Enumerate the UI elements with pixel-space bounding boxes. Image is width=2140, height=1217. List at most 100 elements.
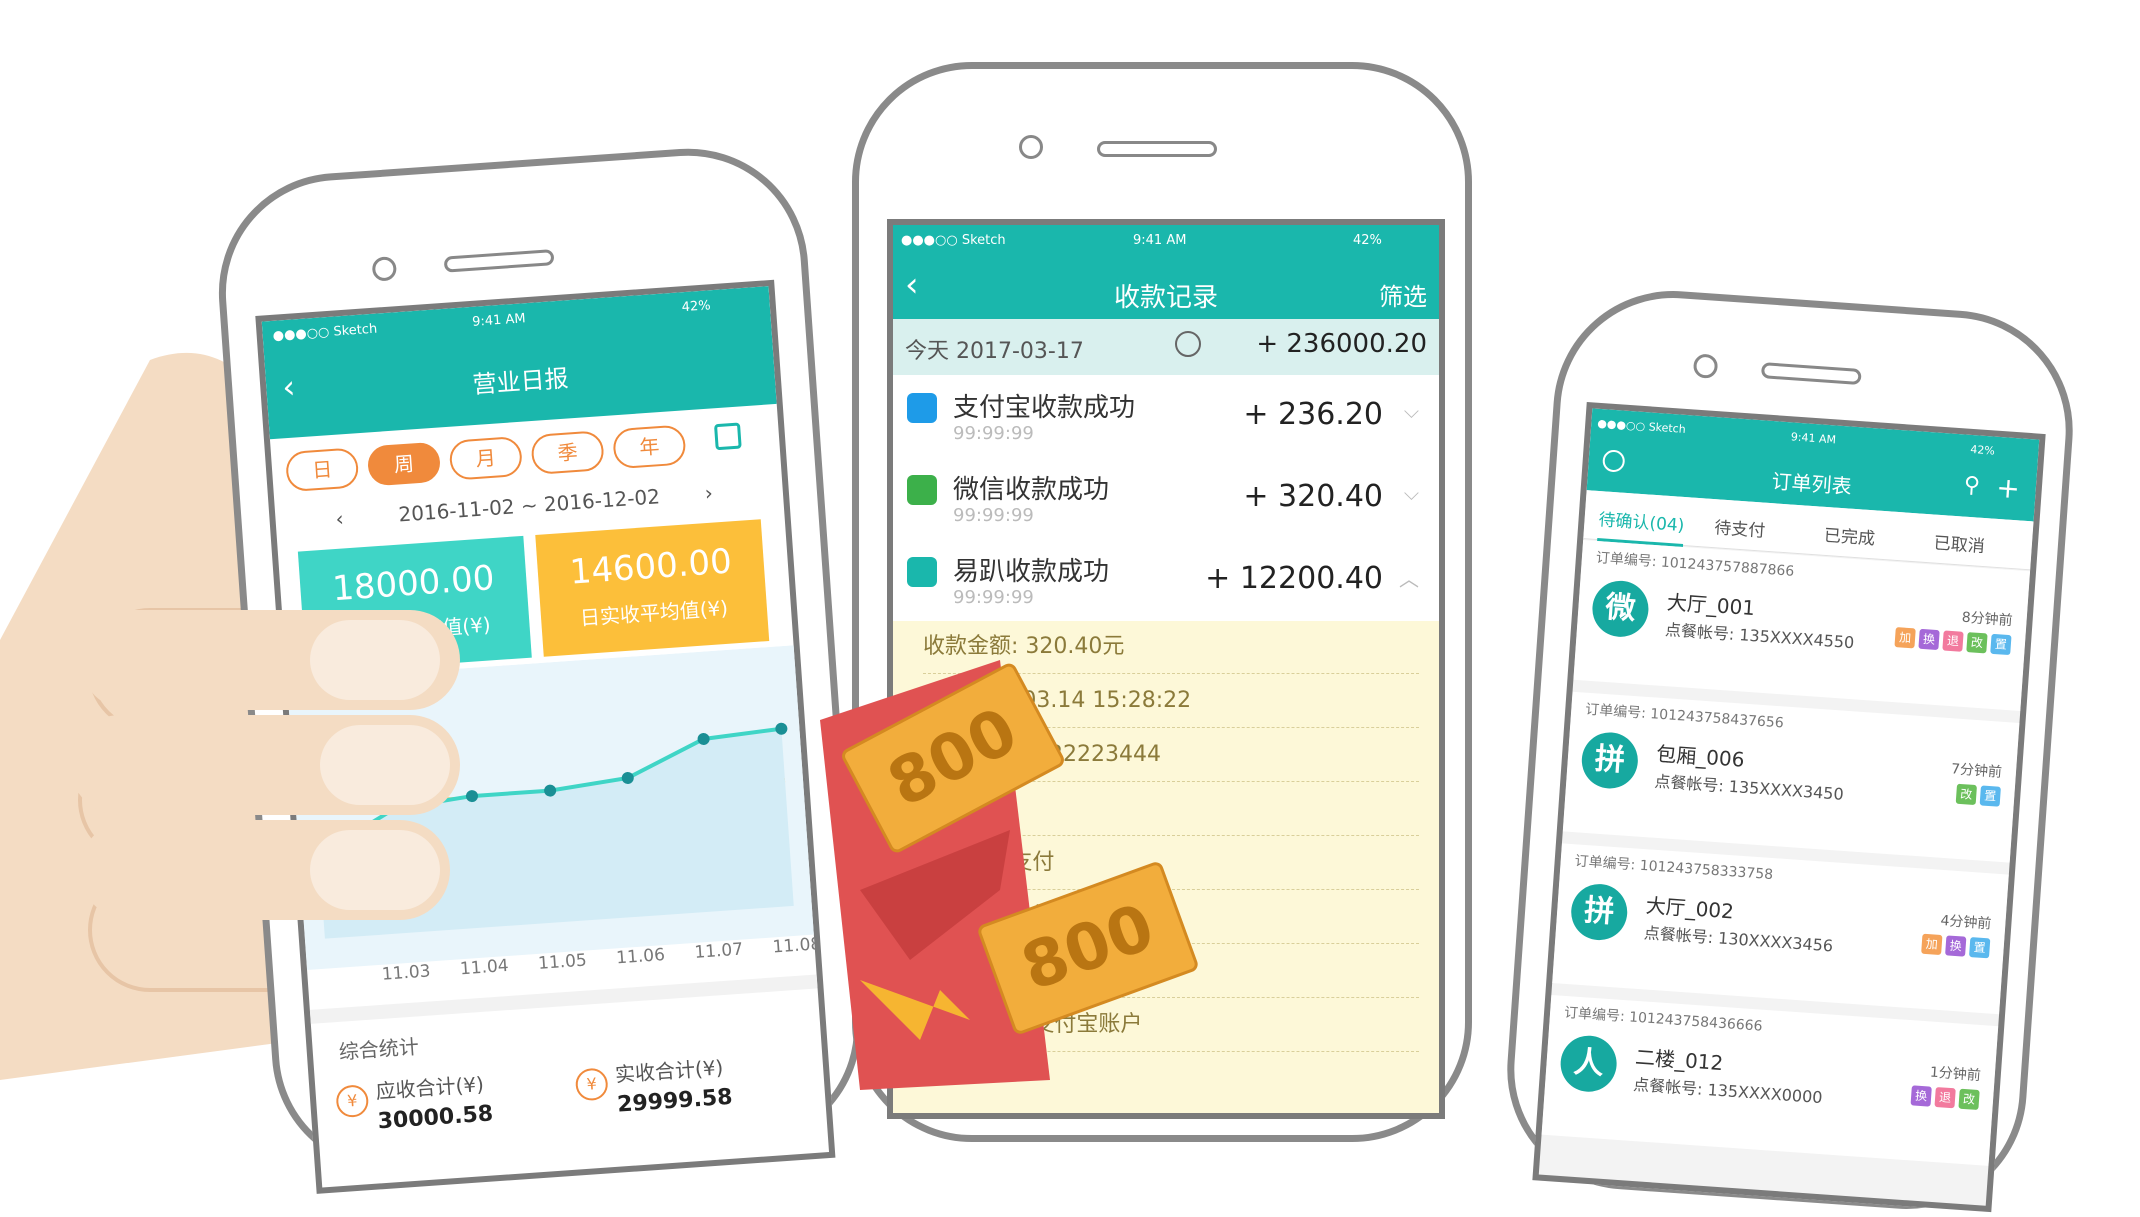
summary-title: 综合统计: [338, 1034, 420, 1064]
action-tag[interactable]: 置: [1979, 785, 2001, 807]
coins-icon: [1175, 331, 1201, 357]
table-name: 包厢_006: [1655, 741, 1746, 772]
order-item[interactable]: 订单编号: 101243758333758 4分钟前 拼 大厅_002 点餐帐号…: [1552, 843, 2009, 1015]
order-time: 4分钟前: [1939, 912, 1992, 933]
order-avatar: 拼: [1579, 730, 1640, 791]
order-avatar: 拼: [1569, 882, 1630, 942]
tab-year[interactable]: 年: [612, 424, 687, 470]
status-battery: 42%: [681, 298, 712, 316]
receivable-block: ¥ 应收合计(¥) 30000.58: [335, 1063, 561, 1168]
calendar-icon[interactable]: [713, 422, 742, 451]
chevron-icon[interactable]: ⌵: [1404, 399, 1419, 423]
avg-card: 14600.00 日实收平均值(¥): [535, 519, 770, 657]
action-tags: 加换退改置: [1890, 626, 2012, 656]
tab-cancelled[interactable]: 已取消: [1933, 529, 1986, 558]
order-item[interactable]: 订单编号: 101243758437656 7分钟前 拼 包厢_006 点餐帐号…: [1562, 691, 2020, 863]
x-tick-label: 11.03: [381, 961, 432, 985]
yipa-icon: [907, 557, 937, 587]
status-time: 9:41 AM: [1133, 233, 1187, 248]
tab-quarter[interactable]: 季: [530, 430, 605, 476]
add-icon[interactable]: +: [1995, 471, 2021, 506]
action-tag[interactable]: 换: [1945, 935, 1967, 957]
filter-button[interactable]: 筛选: [1379, 277, 1427, 312]
order-avatar: 人: [1558, 1033, 1619, 1094]
action-tag[interactable]: 置: [1968, 937, 1991, 959]
status-time: 9:41 AM: [1790, 430, 1837, 447]
record-row[interactable]: 易趴收款成功 99:99:99 + 12200.40 ︿: [893, 539, 1439, 622]
table-name: 大厅_001: [1666, 590, 1756, 621]
right-screen: ●●●○○ Sketch 9:41 AM 42% 订单列表 ⚲ + 待确认(04…: [1532, 401, 2046, 1213]
chevron-icon[interactable]: ︿: [1399, 563, 1419, 592]
record-title: 微信收款成功: [953, 475, 1110, 505]
x-tick-label: 11.05: [537, 950, 588, 974]
action-tag[interactable]: 换: [1910, 1085, 1932, 1107]
action-tag[interactable]: 改: [1955, 783, 1978, 806]
order-account: 点餐帐号: 135XXXX4550: [1664, 620, 1855, 653]
tab-pending-confirm[interactable]: 待确认(04): [1597, 505, 1686, 548]
tab-month[interactable]: 月: [448, 435, 524, 481]
status-carrier: ●●●○○ Sketch: [272, 321, 378, 344]
order-time: 7分钟前: [1950, 761, 2003, 781]
action-tag[interactable]: 加: [1894, 627, 1916, 649]
status-carrier: ●●●○○ Sketch: [1596, 416, 1687, 436]
wechat-icon: [907, 475, 937, 505]
record-row[interactable]: 支付宝收款成功 99:99:99 + 236.20 ⌵: [893, 375, 1439, 458]
order-account: 点餐帐号: 130XXXX3456: [1643, 923, 1834, 956]
record-time: 99:99:99: [953, 587, 1034, 608]
middle-header: ●●●○○ Sketch 9:41 AM 42% ‹ 收款记录 筛选: [893, 225, 1439, 319]
today-total: + 236000.20: [1256, 329, 1427, 359]
chevron-icon[interactable]: ⌵: [1404, 481, 1419, 505]
x-tick-label: 11.04: [459, 955, 510, 980]
order-avatar: 微: [1590, 578, 1651, 639]
camera-dot: [371, 256, 398, 282]
action-tag[interactable]: 加: [1921, 933, 1943, 956]
today-summary: 今天 2017-03-17 + 236000.20: [893, 319, 1439, 375]
page-title: 收款记录: [1113, 283, 1218, 313]
tab-pending-pay[interactable]: 待支付: [1714, 513, 1767, 542]
action-tag[interactable]: 置: [1990, 633, 2012, 656]
action-tag[interactable]: 改: [1958, 1088, 1980, 1111]
action-tags: 改置: [1952, 782, 2001, 807]
record-row[interactable]: 微信收款成功 99:99:99 + 320.40 ⌵: [893, 457, 1439, 540]
order-list: 订单编号: 101243757887866 8分钟前 微 大厅_001 点餐帐号…: [1538, 540, 2031, 1210]
received-label: 实收合计(¥): [614, 1055, 725, 1087]
avg-label: 日实收平均值(¥): [579, 595, 729, 631]
left-header: ●●●○○ Sketch 9:41 AM 42% ‹ 营业日报: [261, 286, 777, 440]
x-tick-label: 11.06: [615, 945, 666, 969]
speaker-slot: [1097, 141, 1217, 157]
speaker-slot: [1760, 362, 1862, 386]
today-date: 今天 2017-03-17: [905, 339, 1084, 364]
next-arrow-icon[interactable]: ›: [704, 481, 714, 505]
right-phone-frame: ●●●○○ Sketch 9:41 AM 42% 订单列表 ⚲ + 待确认(04…: [1499, 282, 2081, 1217]
tab-completed[interactable]: 已完成: [1823, 521, 1876, 550]
action-tag[interactable]: 退: [1942, 630, 1964, 652]
speaker-slot: [443, 249, 555, 273]
tab-day[interactable]: 日: [284, 447, 360, 493]
order-item[interactable]: 订单编号: 101243757887866 8分钟前 微 大厅_001 点餐帐号…: [1573, 540, 2031, 711]
order-number: 订单编号: 101243758437656: [1584, 701, 1785, 732]
action-tags: 换退改: [1907, 1084, 1980, 1111]
search-icon[interactable]: ⚲: [1963, 473, 1981, 499]
order-number: 订单编号: 101243758333758: [1574, 853, 1774, 884]
order-item[interactable]: 订单编号: 101243758436666 1分钟前 人 二楼_012 点餐帐号…: [1541, 994, 1999, 1166]
order-account: 点餐帐号: 135XXXX0000: [1632, 1074, 1824, 1108]
status-time: 9:41 AM: [471, 311, 527, 330]
record-amount: + 320.40: [1243, 479, 1383, 514]
record-time: 99:99:99: [953, 505, 1034, 526]
yen-icon: ¥: [335, 1084, 370, 1119]
status-bar: ●●●○○ Sketch 9:41 AM 42%: [262, 286, 771, 355]
action-tag[interactable]: 退: [1934, 1086, 1956, 1109]
order-number: 订单编号: 101243757887866: [1595, 550, 1795, 580]
yen-icon: ¥: [574, 1067, 609, 1102]
x-tick-label: 11.07: [693, 939, 744, 963]
record-amount: + 12200.40: [1205, 561, 1383, 596]
tab-week[interactable]: 周: [366, 441, 442, 487]
action-tag[interactable]: 改: [1966, 632, 1988, 654]
received-value: 29999.58: [616, 1084, 734, 1118]
action-tag[interactable]: 换: [1918, 628, 1940, 651]
status-battery: 42%: [1969, 442, 1996, 458]
status-bar: ●●●○○ Sketch 9:41 AM 42%: [893, 225, 1439, 259]
status-battery: 42%: [1353, 233, 1382, 248]
action-tags: 加换置: [1917, 932, 1991, 959]
page-title: 营业日报: [471, 364, 570, 399]
